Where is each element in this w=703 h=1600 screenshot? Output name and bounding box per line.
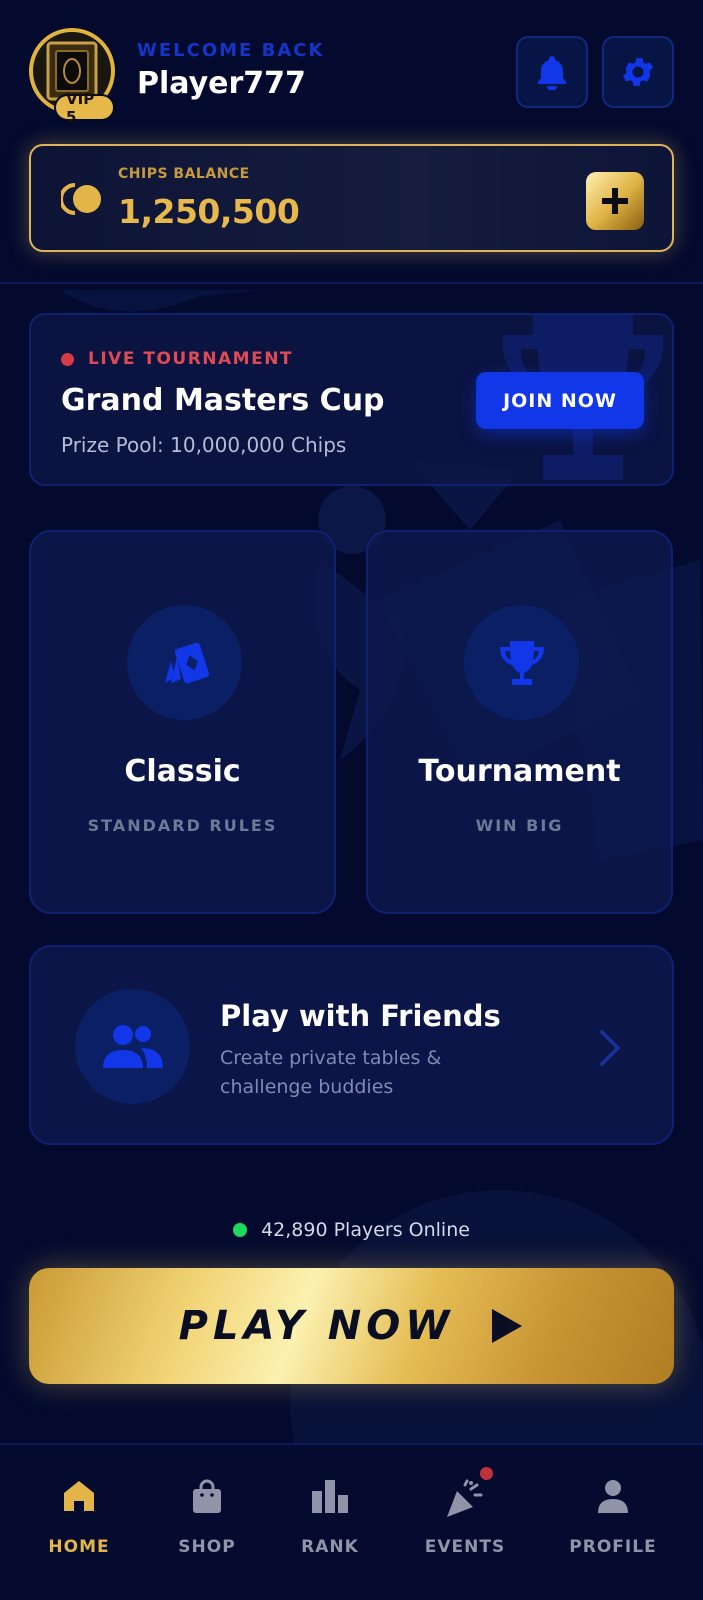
events-notification-badge (480, 1467, 493, 1480)
nav-label-rank: RANK (301, 1537, 359, 1557)
live-status: LIVE TOURNAMENT (61, 349, 293, 369)
bell-icon (538, 56, 566, 90)
play-with-friends-card[interactable]: Play with Friends Create private tables … (29, 945, 674, 1145)
nav-item-events[interactable]: EVENTS (405, 1445, 525, 1600)
cards-icon (127, 605, 242, 720)
notifications-button[interactable] (516, 36, 588, 108)
add-chips-button[interactable] (586, 172, 644, 230)
classic-subtitle: STANDARD RULES (87, 816, 278, 835)
nav-item-rank[interactable]: RANK (270, 1445, 390, 1600)
play-now-button[interactable]: PLAY NOW (29, 1268, 674, 1384)
chips-balance-value: 1,250,500 (118, 192, 300, 231)
user-icon (553, 1479, 673, 1519)
home-icon (19, 1479, 139, 1519)
tournament-title: Grand Masters Cup (61, 383, 385, 418)
join-now-button[interactable]: JOIN NOW (476, 372, 644, 429)
chips-balance-card: CHIPS BALANCE 1,250,500 (29, 144, 674, 252)
live-status-text: LIVE TOURNAMENT (88, 349, 294, 369)
trophy-icon (464, 605, 579, 720)
bottom-nav: HOME SHOP RANK EVENTS PROFILE (0, 1443, 703, 1600)
classic-mode-card[interactable]: Classic STANDARD RULES (29, 530, 336, 914)
nav-label-home: HOME (48, 1537, 110, 1557)
players-online: 42,890 Players Online (0, 1219, 703, 1241)
players-online-text: 42,890 Players Online (261, 1219, 470, 1241)
player-name: Player777 (137, 66, 306, 101)
tournament-mode-card[interactable]: Tournament WIN BIG (366, 530, 673, 914)
friends-icon (75, 989, 190, 1104)
header-divider (0, 282, 703, 284)
coins-icon (61, 183, 101, 215)
vip-badge: VIP 5 (54, 90, 115, 126)
avatar[interactable]: VIP 5 (29, 28, 115, 126)
gear-icon (622, 58, 654, 86)
party-popper-icon (405, 1479, 525, 1519)
live-tournament-banner[interactable]: LIVE TOURNAMENT Grand Masters Cup Prize … (29, 313, 674, 486)
play-now-label: PLAY NOW (178, 1303, 455, 1349)
prize-pool-text: Prize Pool: 10,000,000 Chips (61, 433, 347, 457)
classic-title: Classic (124, 754, 241, 789)
bar-chart-icon (270, 1479, 390, 1519)
live-dot (61, 352, 74, 366)
nav-item-shop[interactable]: SHOP (147, 1445, 267, 1600)
nav-item-home[interactable]: HOME (19, 1445, 139, 1600)
nav-label-shop: SHOP (178, 1537, 236, 1557)
plus-icon (602, 188, 628, 214)
tournament-title-card: Tournament (418, 754, 621, 789)
nav-label-events: EVENTS (424, 1537, 506, 1557)
chips-balance-label: CHIPS BALANCE (118, 166, 250, 182)
welcome-text: WELCOME BACK (137, 40, 325, 61)
shopping-bag-icon (147, 1479, 267, 1519)
online-dot (233, 1223, 248, 1237)
nav-label-profile: PROFILE (569, 1537, 657, 1557)
play-icon (492, 1309, 523, 1343)
nav-item-profile[interactable]: PROFILE (553, 1445, 673, 1600)
tournament-subtitle: WIN BIG (475, 816, 564, 835)
friends-description: Create private tables & challenge buddie… (220, 1047, 442, 1098)
chevron-right-icon (600, 1030, 620, 1066)
settings-button[interactable] (602, 36, 674, 108)
friends-title: Play with Friends (220, 999, 501, 1033)
